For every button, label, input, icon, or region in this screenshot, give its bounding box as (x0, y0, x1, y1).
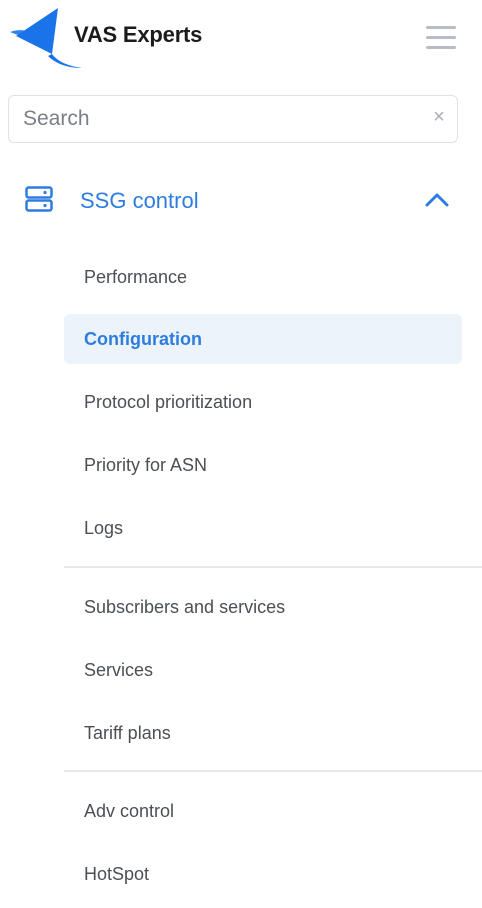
hamburger-line (426, 26, 456, 29)
brand-name: VAS Experts (74, 22, 203, 47)
divider (64, 770, 482, 772)
nav-item-adv-control[interactable]: Adv control (64, 786, 462, 836)
section-title: SSG control (80, 188, 199, 213)
nav-item-subscribers-and-services[interactable]: Subscribers and services (64, 582, 462, 632)
search-box: × (8, 95, 458, 143)
nav-item-priority-for-asn[interactable]: Priority for ASN (64, 440, 462, 490)
hamburger-line (426, 46, 456, 49)
section-ssg-control[interactable]: SSG control (0, 178, 482, 224)
nav-item-protocol-prioritization[interactable]: Protocol prioritization (64, 377, 462, 427)
nav-item-logs[interactable]: Logs (64, 503, 462, 553)
nav-item-hotspot[interactable]: HotSpot (64, 849, 462, 899)
nav-item-tariff-plans[interactable]: Tariff plans (64, 708, 462, 758)
sidebar-header: VAS Experts (0, 0, 482, 80)
nav-item-services[interactable]: Services (64, 645, 462, 695)
nav-item-configuration[interactable]: Configuration (64, 314, 462, 364)
search-input[interactable] (23, 96, 413, 141)
divider (64, 566, 482, 568)
hamburger-line (426, 36, 456, 39)
chevron-up-icon[interactable] (424, 192, 450, 208)
close-icon[interactable]: × (429, 107, 449, 127)
nav-item-performance[interactable]: Performance (64, 252, 462, 302)
hamburger-menu-icon[interactable] (424, 24, 458, 52)
server-icon (25, 186, 53, 212)
